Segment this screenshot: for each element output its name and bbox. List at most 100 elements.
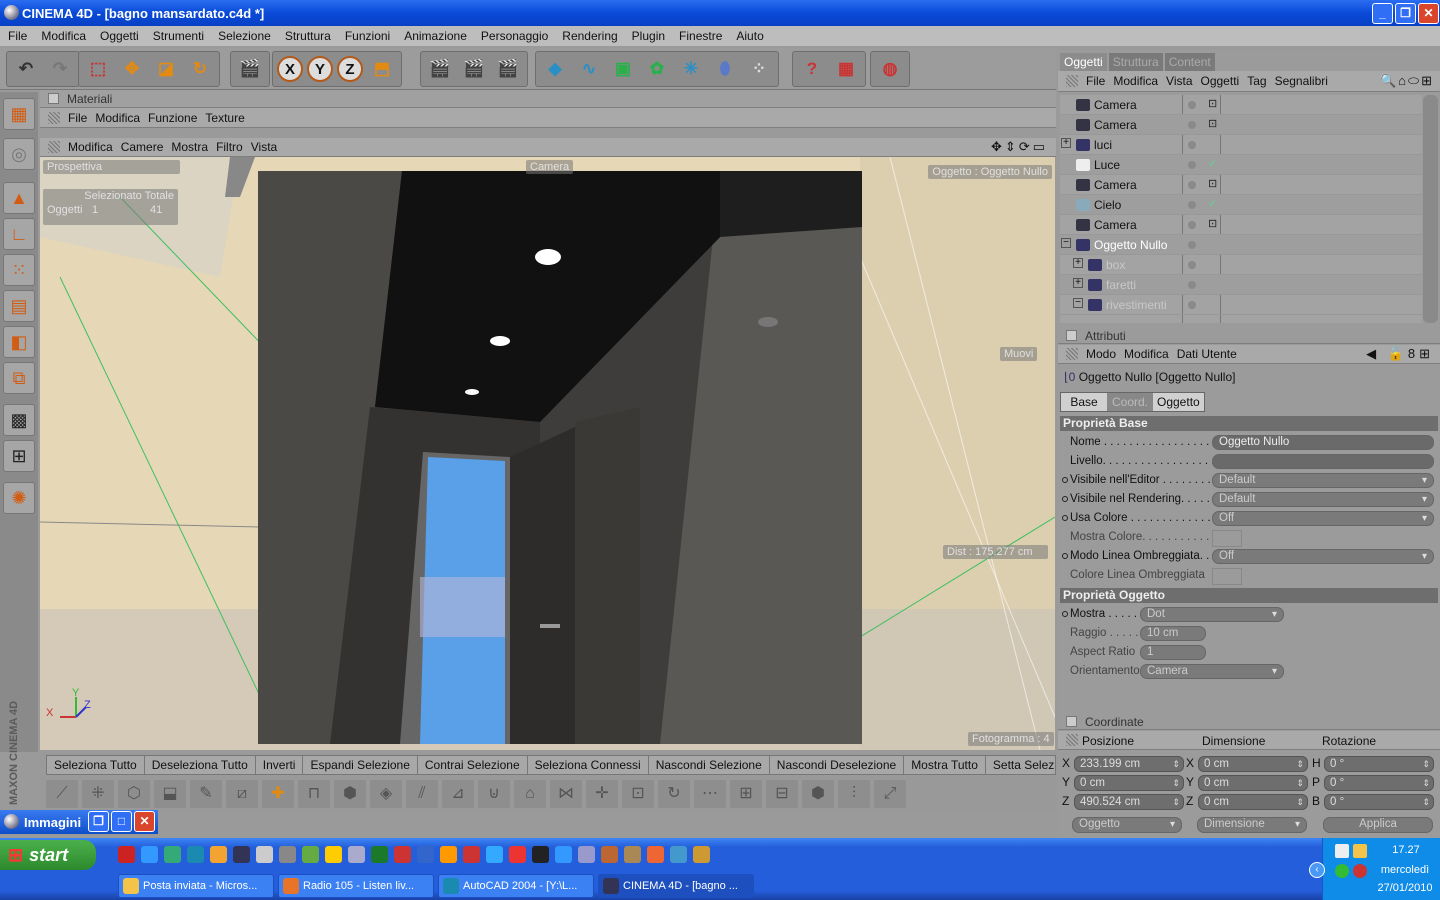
deformer-icon[interactable]: ✳	[676, 54, 706, 84]
viewport-menu-modifica[interactable]: Modifica	[68, 140, 113, 154]
move-points-icon[interactable]: ✛	[586, 780, 618, 808]
quick-launch-icon[interactable]	[670, 846, 687, 863]
selection-command-deseleziona-tutto[interactable]: Deseleziona Tutto	[145, 756, 256, 774]
quick-launch-icon[interactable]	[647, 846, 664, 863]
grip-icon[interactable]	[48, 141, 60, 153]
coord-rot-field[interactable]: 0 °	[1324, 756, 1434, 772]
tab-oggetti[interactable]: Oggetti	[1060, 53, 1107, 71]
attributes-checkbox[interactable]	[1066, 330, 1077, 341]
attribute-dropdown[interactable]: Off	[1212, 511, 1434, 526]
nurbs-icon[interactable]: ▣	[608, 54, 638, 84]
coord-rot-field[interactable]: 0 °	[1324, 775, 1434, 791]
quick-launch-icon[interactable]	[532, 846, 549, 863]
object-axis-icon[interactable]: ∟	[3, 218, 35, 250]
move-icon[interactable]: ✥	[117, 54, 147, 84]
polygon-object-icon[interactable]: ⬢	[802, 780, 834, 808]
y-axis-button[interactable]: Y	[307, 56, 333, 82]
coord-dim-field[interactable]: 0 cm	[1198, 775, 1308, 791]
points-tool-icon[interactable]: ⁙	[3, 254, 35, 286]
grip-icon[interactable]	[1066, 75, 1078, 87]
attribute-dropdown[interactable]: Default	[1212, 492, 1434, 507]
tray-expand-icon[interactable]: ‹	[1309, 862, 1325, 878]
visibility-dot-icon[interactable]	[1188, 221, 1196, 229]
magnet2-icon[interactable]: ⊍	[478, 780, 510, 808]
uv-tool-icon[interactable]: ⧉	[3, 362, 35, 394]
selection-command-nascondi-deselezione[interactable]: Nascondi Deselezione	[770, 756, 905, 774]
attributes-tools[interactable]: ◀ 🔓8⊞	[1366, 346, 1434, 362]
objects-menu-segnalibri[interactable]: Segnalibri	[1275, 74, 1328, 88]
layout-icon[interactable]: ▦	[3, 98, 35, 130]
expand-toggle-icon[interactable]: −	[1073, 298, 1083, 308]
viewport-menu-mostra[interactable]: Mostra	[171, 140, 208, 154]
cube-edit-icon[interactable]: ⬢	[334, 780, 366, 808]
object-row[interactable]: + faretti	[1060, 275, 1422, 295]
weld-icon[interactable]: ⊿	[442, 780, 474, 808]
tray-network-icon[interactable]	[1335, 844, 1349, 858]
attribute-dropdown[interactable]: Dot	[1140, 607, 1284, 622]
attribute-dropdown[interactable]: Camera	[1140, 664, 1284, 679]
attributes-menu-modo[interactable]: Modo	[1086, 347, 1116, 361]
immagini-restore-button[interactable]: ❐	[88, 811, 109, 832]
visibility-dot-icon[interactable]	[1188, 281, 1196, 289]
visibility-dot-icon[interactable]	[1188, 121, 1196, 129]
visibility-dot-icon[interactable]	[1188, 141, 1196, 149]
object-row[interactable]: − Oggetto Nullo	[1060, 235, 1422, 255]
quick-launch-icon[interactable]	[601, 846, 618, 863]
texture-tool-icon[interactable]: ▩	[3, 404, 35, 436]
quick-launch-icon[interactable]	[348, 846, 365, 863]
materials-menu-texture[interactable]: Texture	[205, 111, 244, 125]
expand-toggle-icon[interactable]: +	[1073, 278, 1083, 288]
grip-icon[interactable]	[1066, 734, 1078, 746]
tab-oggetto[interactable]: Oggetto	[1153, 393, 1204, 411]
quick-launch-icon[interactable]	[440, 846, 457, 863]
undo-icon[interactable]: ↶	[11, 54, 41, 84]
visibility-dot-icon[interactable]	[1188, 161, 1196, 169]
menu-oggetti[interactable]: Oggetti	[100, 29, 139, 43]
sliders-icon[interactable]: ⫶	[838, 780, 870, 808]
coord-dim-field[interactable]: 0 cm	[1198, 756, 1308, 772]
coord-dim-field[interactable]: 0 cm	[1198, 794, 1308, 810]
target-tag-icon[interactable]: ⊡	[1208, 117, 1217, 130]
objects-menu-modifica[interactable]: Modifica	[1113, 74, 1158, 88]
color-swatch[interactable]	[1212, 568, 1242, 585]
coord-rot-field[interactable]: 0 °	[1324, 794, 1434, 810]
selection-command-mostra-tutto[interactable]: Mostra Tutto	[904, 756, 986, 774]
attribute-link[interactable]	[1212, 454, 1434, 469]
objects-menu-tag[interactable]: Tag	[1247, 74, 1266, 88]
visibility-dot-icon[interactable]	[1188, 301, 1196, 309]
redo-icon[interactable]: ↷	[45, 54, 75, 84]
target-tag-icon[interactable]: ⊡	[1208, 97, 1217, 110]
expand-toggle-icon[interactable]: −	[1061, 238, 1071, 248]
object-row[interactable]: Camera ⊡	[1060, 115, 1422, 135]
menu-rendering[interactable]: Rendering	[562, 29, 617, 43]
selection-command-inverti[interactable]: Inverti	[256, 756, 304, 774]
magnet-icon[interactable]: ⁜	[82, 780, 114, 808]
render-region-icon[interactable]: 🎬	[459, 54, 489, 84]
object-row[interactable]: − rivestimenti	[1060, 295, 1422, 315]
center-icon[interactable]: ⊟	[766, 780, 798, 808]
extrude-icon[interactable]: ⬡	[118, 780, 150, 808]
calculator-icon[interactable]: ▦	[831, 54, 861, 84]
selection-command-seleziona-connessi[interactable]: Seleziona Connessi	[528, 756, 649, 774]
quick-launch-icon[interactable]	[624, 846, 641, 863]
object-manager-tools[interactable]: 🔍⌂⬭⊞	[1380, 73, 1434, 89]
immagini-close-button[interactable]: ✕	[134, 811, 155, 832]
close-button[interactable]: ✕	[1418, 3, 1439, 24]
edges-tool-icon[interactable]: ▤	[3, 290, 35, 322]
slide-icon[interactable]: ⫽	[406, 780, 438, 808]
world-axis-icon[interactable]: ◎	[3, 138, 35, 170]
split-icon[interactable]: ⋈	[550, 780, 582, 808]
menu-funzioni[interactable]: Funzioni	[345, 29, 390, 43]
quick-launch-icon[interactable]	[394, 846, 411, 863]
visibility-dot-icon[interactable]	[1188, 241, 1196, 249]
coord-pos-field[interactable]: 233.199 cm	[1074, 756, 1184, 772]
quick-launch-icon[interactable]	[256, 846, 273, 863]
color-swatch[interactable]	[1212, 530, 1242, 547]
live-select-icon[interactable]: ⬚	[83, 54, 113, 84]
selection-command-espandi-selezione[interactable]: Espandi Selezione	[303, 756, 418, 774]
visibility-dot-icon[interactable]	[1188, 101, 1196, 109]
menu-plugin[interactable]: Plugin	[632, 29, 665, 43]
quick-launch-icon[interactable]	[463, 846, 480, 863]
attribute-spinner[interactable]: 1	[1140, 645, 1206, 660]
quick-launch-icon[interactable]	[118, 846, 135, 863]
